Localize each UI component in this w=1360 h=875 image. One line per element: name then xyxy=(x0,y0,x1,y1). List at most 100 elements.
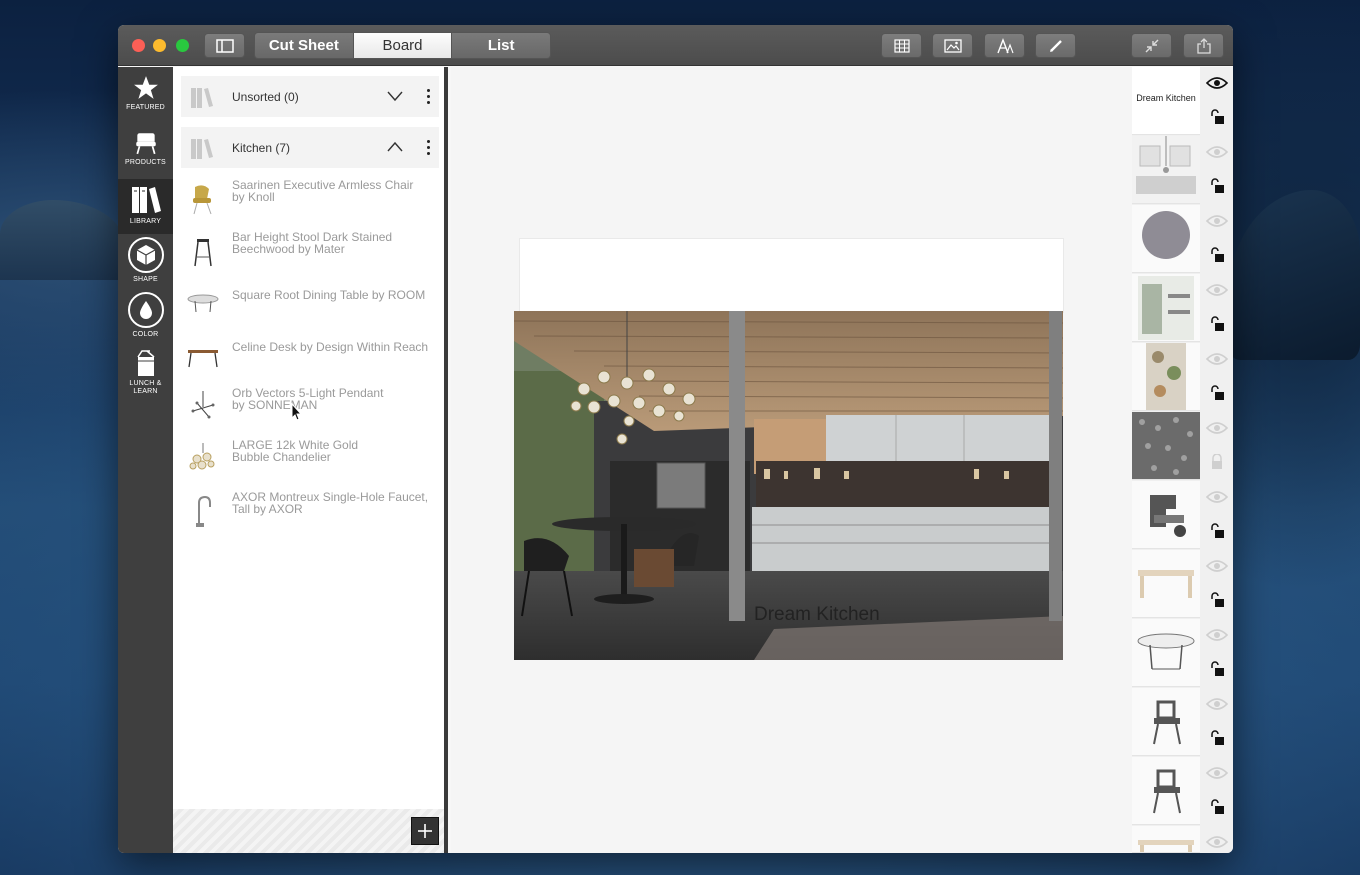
minimize-window-button[interactable] xyxy=(153,39,166,52)
share-icon xyxy=(1196,37,1211,54)
sidebar-toggle-button[interactable] xyxy=(204,33,245,58)
lock-icon[interactable] xyxy=(1209,454,1225,470)
layer-thumb-desk-2[interactable] xyxy=(1132,826,1200,853)
layer-thumb-chair-1[interactable] xyxy=(1132,688,1200,756)
pencil-icon xyxy=(1049,39,1062,52)
collapse-button[interactable] xyxy=(1131,33,1172,58)
layer-thumb-shelf[interactable] xyxy=(1132,274,1200,342)
tab-board[interactable]: Board xyxy=(353,33,453,58)
library-item-text: Saarinen Executive Armless Chair by Knoll xyxy=(232,178,414,204)
layer-thumb-swatch[interactable] xyxy=(1132,205,1200,273)
layer-thumb-table[interactable] xyxy=(1132,619,1200,687)
unlock-icon[interactable] xyxy=(1209,523,1225,539)
eye-icon[interactable] xyxy=(1206,421,1228,435)
unlock-icon[interactable] xyxy=(1209,661,1225,677)
grid-button[interactable] xyxy=(881,33,922,58)
layer-thumb-tool[interactable] xyxy=(1132,481,1200,549)
lunch-bag-icon xyxy=(136,350,154,376)
group-menu-button[interactable] xyxy=(418,86,438,106)
board-caption[interactable]: Dream Kitchen xyxy=(754,604,880,626)
desk-thumbnail xyxy=(188,350,218,368)
food-layer-image xyxy=(1146,343,1186,410)
layer-thumb-chair-2[interactable] xyxy=(1132,757,1200,825)
board-canvas[interactable]: Dream Kitchen xyxy=(451,67,1132,853)
library-item-text: Orb Vectors 5-Light Pendant by SONNEMAN xyxy=(232,386,384,412)
group-menu-button[interactable] xyxy=(418,137,438,157)
library-item[interactable]: Square Root Dining Table by ROOM xyxy=(181,281,439,325)
library-item-text: LARGE 12k White Gold Bubble Chandelier xyxy=(232,438,359,464)
shelf-layer-image xyxy=(1138,276,1194,340)
eye-icon[interactable] xyxy=(1206,697,1228,711)
unlock-icon[interactable] xyxy=(1209,247,1225,263)
eye-icon[interactable] xyxy=(1206,352,1228,366)
unlock-icon[interactable] xyxy=(1209,316,1225,332)
library-folder-icon xyxy=(191,139,213,159)
share-button[interactable] xyxy=(1183,33,1224,58)
eye-icon[interactable] xyxy=(1206,145,1228,159)
eye-icon[interactable] xyxy=(1206,214,1228,228)
unlock-icon[interactable] xyxy=(1209,385,1225,401)
rail-item-featured[interactable]: FEATURED xyxy=(118,75,173,130)
eye-icon[interactable] xyxy=(1206,490,1228,504)
layer-thumb-food[interactable] xyxy=(1132,343,1200,411)
library-item[interactable]: Celine Desk by Design Within Reach xyxy=(181,333,439,377)
rail-label: PRODUCTS xyxy=(125,159,166,166)
island-right xyxy=(1228,190,1360,360)
rail-label: LIBRARY xyxy=(129,218,162,225)
layer-thumb-desk[interactable] xyxy=(1132,550,1200,618)
rail-item-shape[interactable]: SHAPE xyxy=(118,235,173,290)
library-item-text: Square Root Dining Table by ROOM xyxy=(232,288,426,302)
app-window: Cut Sheet Board List FEATURED PRODUCTS L… xyxy=(118,25,1233,853)
library-item[interactable]: Saarinen Executive Armless Chair by Knoll xyxy=(181,177,439,221)
text-button[interactable] xyxy=(984,33,1025,58)
library-footer xyxy=(173,809,444,853)
swatch-layer-image xyxy=(1142,211,1190,259)
eye-icon[interactable] xyxy=(1206,76,1228,90)
eye-icon[interactable] xyxy=(1206,283,1228,297)
tab-list[interactable]: List xyxy=(452,33,550,58)
eye-icon[interactable] xyxy=(1206,559,1228,573)
tab-cut-sheet[interactable]: Cut Sheet xyxy=(255,33,354,58)
eye-icon[interactable] xyxy=(1206,766,1228,780)
library-item[interactable]: LARGE 12k White Gold Bubble Chandelier xyxy=(181,437,439,481)
unlock-icon[interactable] xyxy=(1209,730,1225,746)
unlock-icon[interactable] xyxy=(1209,109,1225,125)
board-title-card[interactable] xyxy=(519,238,1064,313)
rail-label: FEATURED xyxy=(126,104,165,111)
rail-item-color[interactable]: COLOR xyxy=(118,290,173,345)
unlock-icon[interactable] xyxy=(1209,592,1225,608)
eye-icon[interactable] xyxy=(1206,628,1228,642)
library-folder-icon xyxy=(191,88,213,108)
layer-thumb-texture[interactable] xyxy=(1132,412,1200,480)
library-item[interactable]: AXOR Montreux Single-Hole Faucet, Tall by… xyxy=(181,489,439,533)
unlock-icon[interactable] xyxy=(1209,799,1225,815)
plus-icon xyxy=(418,824,432,838)
library-item-text: Bar Height Stool Dark Stained Beechwood b… xyxy=(232,230,393,256)
chair-layer-image xyxy=(1153,700,1181,745)
eye-icon[interactable] xyxy=(1206,835,1228,849)
image-button[interactable] xyxy=(932,33,973,58)
rail-item-lunch-and-learn[interactable]: LUNCH & LEARN xyxy=(118,347,173,402)
group-row-unsorted[interactable]: Unsorted (0) xyxy=(181,76,439,117)
library-panel: Unsorted (0) Kitchen (7) Saarinen Execut… xyxy=(173,67,448,853)
pencil-button[interactable] xyxy=(1035,33,1076,58)
library-item[interactable]: Orb Vectors 5-Light Pendant by SONNEMAN xyxy=(181,385,439,429)
sidebar-toggle-icon xyxy=(215,38,234,53)
library-item[interactable]: Bar Height Stool Dark Stained Beechwood b… xyxy=(181,229,439,273)
rail-item-products[interactable]: PRODUCTS xyxy=(118,130,173,185)
rail-label: LUNCH & LEARN xyxy=(129,380,162,395)
group-row-kitchen[interactable]: Kitchen (7) xyxy=(181,127,439,168)
unlock-icon[interactable] xyxy=(1209,178,1225,194)
chevron-up-icon[interactable] xyxy=(386,140,404,154)
cube-icon xyxy=(136,245,155,265)
drop-icon xyxy=(139,301,152,319)
layer-thumb-title[interactable]: Dream Kitchen xyxy=(1132,67,1200,135)
rail-item-library[interactable]: LIBRARY xyxy=(118,179,173,234)
layer-thumb-kitchen[interactable] xyxy=(1132,136,1200,204)
close-window-button[interactable] xyxy=(132,39,145,52)
kitchen-photo[interactable]: Dream Kitchen xyxy=(514,311,1063,660)
chevron-down-icon[interactable] xyxy=(386,89,404,103)
add-button[interactable] xyxy=(411,817,439,845)
zoom-window-button[interactable] xyxy=(176,39,189,52)
desk-layer-image xyxy=(1138,840,1194,852)
